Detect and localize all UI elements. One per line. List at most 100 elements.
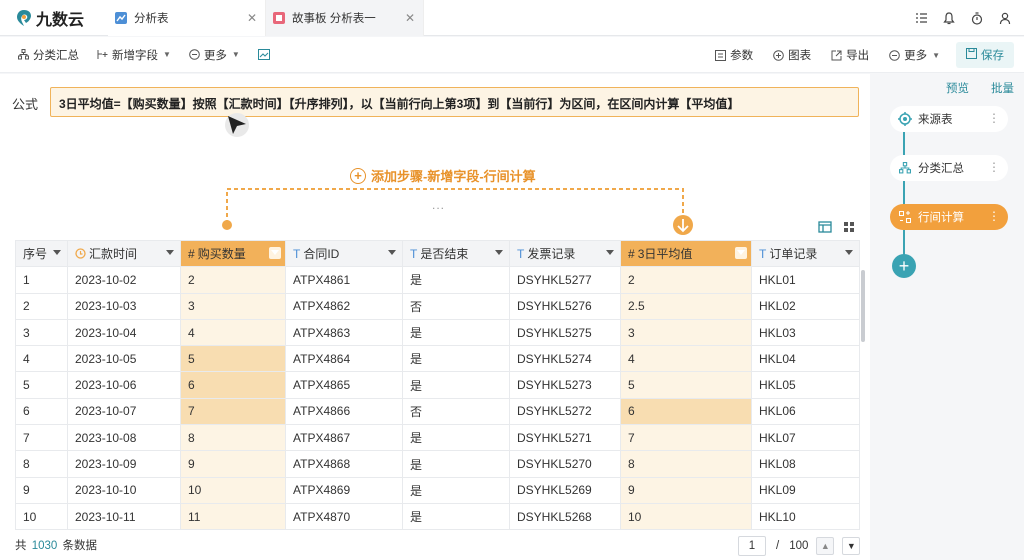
chart-button[interactable]: 图表 — [773, 47, 811, 63]
table-cell[interactable]: 2023-10-08 — [67, 424, 181, 452]
add-step-plus-button[interactable]: + — [892, 254, 916, 278]
table-cell[interactable]: DSYHKL5273 — [509, 371, 621, 399]
chevron-down-icon[interactable] — [737, 250, 745, 255]
table-cell[interactable]: DSYHKL5271 — [509, 424, 621, 452]
table-cell[interactable]: ATPX4868 — [285, 450, 403, 478]
table-cell[interactable]: ATPX4869 — [285, 476, 403, 504]
table-cell[interactable]: 10 — [180, 476, 286, 504]
table-row[interactable]: 3 2023-10-04 4 ATPX4863 是 DSYHKL5275 3 HKL03 — [15, 318, 860, 347]
param-button[interactable]: 参数 — [715, 47, 753, 63]
table-row[interactable]: 8 2023-10-09 9 ATPX4868 是 DSYHKL5270 8 HKL08 — [15, 450, 860, 478]
table-cell[interactable]: 6 — [620, 397, 752, 426]
column-header[interactable]: T 是否结束 — [402, 239, 510, 268]
column-header[interactable]: 汇款时间 — [67, 239, 181, 268]
chevron-down-icon[interactable] — [606, 250, 614, 255]
table-cell[interactable]: 2023-10-11 — [67, 502, 181, 531]
table-cell[interactable]: ATPX4866 — [285, 397, 403, 426]
table-cell[interactable]: 否 — [402, 292, 510, 320]
column-header[interactable]: T 订单记录 — [751, 239, 860, 268]
table-cell[interactable]: 2023-10-07 — [67, 397, 181, 426]
table-cell[interactable]: 3 — [180, 292, 286, 320]
table-cell[interactable]: 8 — [15, 450, 68, 478]
table-cell[interactable]: DSYHKL5272 — [509, 397, 621, 426]
table-cell[interactable]: 10 — [15, 502, 68, 531]
column-header[interactable]: 序号 — [15, 239, 68, 268]
vertical-scrollbar[interactable] — [861, 270, 865, 342]
table-cell[interactable]: 3 — [620, 318, 752, 347]
table-row[interactable]: 4 2023-10-05 5 ATPX4864 是 DSYHKL5274 4 HKL04 — [15, 345, 860, 373]
table-cell[interactable]: DSYHKL5269 — [509, 476, 621, 504]
table-row[interactable]: 1 2023-10-02 2 ATPX4861 是 DSYHKL5277 2 HKL01 — [15, 266, 860, 294]
grid-view-icon[interactable] — [842, 220, 856, 234]
chevron-down-icon[interactable] — [495, 250, 503, 255]
table-cell[interactable]: HKL10 — [751, 502, 860, 531]
batch-link[interactable]: 批量 — [991, 80, 1014, 96]
table-row[interactable]: 6 2023-10-07 7 ATPX4866 否 DSYHKL5272 6 HKL06 — [15, 397, 860, 426]
table-row[interactable]: 5 2023-10-06 6 ATPX4865 是 DSYHKL5273 5 HKL05 — [15, 371, 860, 399]
more-button-right[interactable]: 更多 ▼ — [889, 47, 940, 63]
table-row[interactable]: 10 2023-10-11 11 ATPX4870 是 DSYHKL5268 10 HKL10 — [15, 502, 860, 531]
timer-icon[interactable] — [970, 11, 984, 25]
column-header[interactable]: # 购买数量 — [180, 239, 286, 268]
column-header[interactable]: T 发票记录 — [509, 239, 621, 268]
table-row[interactable]: 2 2023-10-03 3 ATPX4862 否 DSYHKL5276 2.5 HKL02 — [15, 292, 860, 320]
table-cell[interactable]: 是 — [402, 424, 510, 452]
bell-icon[interactable] — [942, 11, 956, 25]
table-cell[interactable]: ATPX4867 — [285, 424, 403, 452]
table-cell[interactable]: 4 — [180, 318, 286, 347]
table-cell[interactable]: 6 — [15, 397, 68, 426]
table-cell[interactable]: 是 — [402, 476, 510, 504]
close-icon[interactable]: ✕ — [405, 11, 415, 25]
table-view-button[interactable] — [257, 49, 274, 60]
tab-storyboard[interactable]: 故事板 分析表一 ✕ — [266, 0, 424, 36]
user-icon[interactable] — [998, 11, 1012, 25]
table-cell[interactable]: HKL03 — [751, 318, 860, 347]
more-vertical-icon[interactable]: ⋮ — [988, 111, 1000, 125]
table-cell[interactable]: 5 — [15, 371, 68, 399]
table-cell[interactable]: ATPX4863 — [285, 318, 403, 347]
table-cell[interactable]: HKL04 — [751, 345, 860, 373]
list-icon[interactable] — [914, 11, 928, 25]
more-vertical-icon[interactable]: ⋮ — [988, 160, 1000, 174]
more-vertical-icon[interactable]: ⋮ — [988, 209, 1000, 223]
table-cell[interactable]: HKL08 — [751, 450, 860, 478]
table-cell[interactable]: 是 — [402, 266, 510, 294]
table-cell[interactable]: 3 — [15, 318, 68, 347]
step-node-summary[interactable]: 分类汇总 ⋮ — [890, 155, 1008, 181]
table-cell[interactable]: 5 — [180, 345, 286, 373]
chevron-down-icon[interactable] — [388, 250, 396, 255]
table-cell[interactable]: ATPX4864 — [285, 345, 403, 373]
table-cell[interactable]: ATPX4870 — [285, 502, 403, 531]
table-cell[interactable]: 2.5 — [620, 292, 752, 320]
table-cell[interactable]: HKL05 — [751, 371, 860, 399]
table-cell[interactable]: 是 — [402, 502, 510, 531]
table-cell[interactable]: DSYHKL5270 — [509, 450, 621, 478]
table-cell[interactable]: HKL09 — [751, 476, 860, 504]
table-cell[interactable]: 8 — [180, 424, 286, 452]
table-cell[interactable]: DSYHKL5268 — [509, 502, 621, 531]
tab-analysis[interactable]: 分析表 ✕ — [108, 0, 266, 36]
preview-link[interactable]: 预览 — [946, 80, 969, 96]
table-cell[interactable]: 4 — [620, 345, 752, 373]
table-cell[interactable]: 5 — [620, 371, 752, 399]
column-header[interactable]: T 合同ID — [285, 239, 403, 268]
table-cell[interactable]: 9 — [15, 476, 68, 504]
table-cell[interactable]: 是 — [402, 318, 510, 347]
app-logo[interactable]: 九数云 — [0, 6, 108, 30]
table-cell[interactable]: 10 — [620, 502, 752, 531]
table-cell[interactable]: 9 — [620, 476, 752, 504]
table-cell[interactable]: 6 — [180, 371, 286, 399]
save-button[interactable]: 保存 — [956, 42, 1014, 68]
table-view-icon[interactable] — [818, 220, 832, 234]
table-cell[interactable]: 2023-10-05 — [67, 345, 181, 373]
table-cell[interactable]: 否 — [402, 397, 510, 426]
table-cell[interactable]: 2023-10-03 — [67, 292, 181, 320]
step-node-source[interactable]: 来源表 ⋮ — [890, 106, 1008, 132]
table-cell[interactable]: 是 — [402, 450, 510, 478]
table-cell[interactable]: 2023-10-10 — [67, 476, 181, 504]
table-cell[interactable]: 7 — [620, 424, 752, 452]
column-header[interactable]: #3日平均值 — [620, 239, 752, 268]
table-cell[interactable]: 2023-10-02 — [67, 266, 181, 294]
table-cell[interactable]: ATPX4865 — [285, 371, 403, 399]
table-cell[interactable]: HKL07 — [751, 424, 860, 452]
